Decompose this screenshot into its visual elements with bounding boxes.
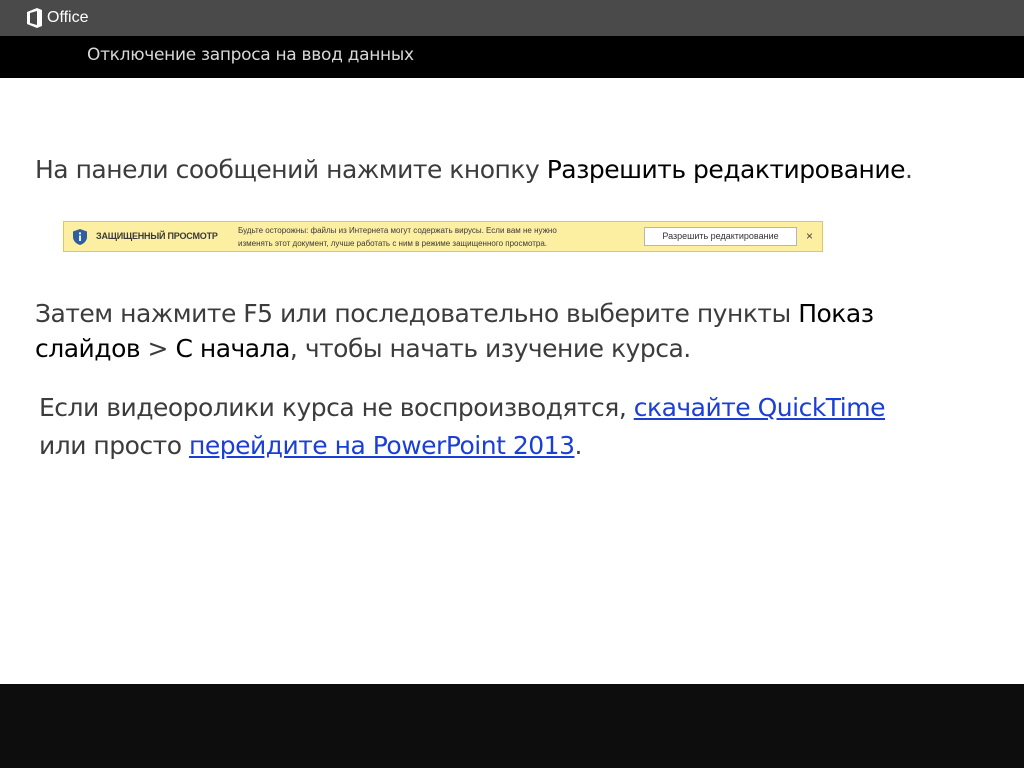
instruction-enable-editing: На панели сообщений нажмите кнопку Разре… <box>35 155 913 184</box>
download-quicktime-link[interactable]: скачайте QuickTime <box>634 393 886 422</box>
close-icon[interactable]: × <box>806 229 813 243</box>
office-logo-icon <box>27 8 42 28</box>
instruction-text: , чтобы начать изучение курса. <box>289 334 691 363</box>
instruction-text: или просто <box>39 431 189 460</box>
bottom-bar <box>0 684 1024 768</box>
message-bar-text: Будьте осторожны: файлы из Интернета мог… <box>238 224 638 250</box>
message-bar-text-line: Будьте осторожны: файлы из Интернета мог… <box>238 226 557 235</box>
message-bar-text-line: изменять этот документ, лучше работать с… <box>238 239 548 248</box>
office-logo-text: Office <box>47 9 89 26</box>
instruction-text: . <box>904 155 913 184</box>
enable-editing-emphasis: Разрешить редактирование <box>546 155 906 184</box>
instruction-video-help: Если видеоролики курса не воспроизводятс… <box>39 389 979 465</box>
enable-editing-button[interactable]: Разрешить редактирование <box>644 227 797 246</box>
go-to-powerpoint-2013-link[interactable]: перейдите на PowerPoint 2013 <box>189 431 575 460</box>
instruction-text: На панели сообщений нажмите кнопку <box>35 155 547 184</box>
instruction-text: > <box>140 334 176 363</box>
office-logo: Office <box>26 8 89 28</box>
instruction-start-slideshow: Затем нажмите F5 или последовательно выб… <box>35 296 975 366</box>
shield-icon <box>73 229 87 245</box>
from-beginning-emphasis: С начала <box>175 334 290 363</box>
protected-view-message-bar: ЗАЩИЩЕННЫЙ ПРОСМОТР Будьте осторожны: фа… <box>63 221 823 252</box>
title-strip: Отключение запроса на ввод данных <box>0 36 1024 78</box>
page-title: Отключение запроса на ввод данных <box>87 45 414 65</box>
office-bar: Office <box>0 0 1024 36</box>
instruction-text: Затем нажмите F5 или последовательно выб… <box>35 299 799 328</box>
message-bar-title: ЗАЩИЩЕННЫЙ ПРОСМОТР <box>96 231 218 241</box>
instruction-text: . <box>574 431 582 460</box>
slide-page: Office Отключение запроса на ввод данных… <box>0 0 1024 768</box>
instruction-text: Если видеоролики курса не воспроизводятс… <box>39 393 634 422</box>
